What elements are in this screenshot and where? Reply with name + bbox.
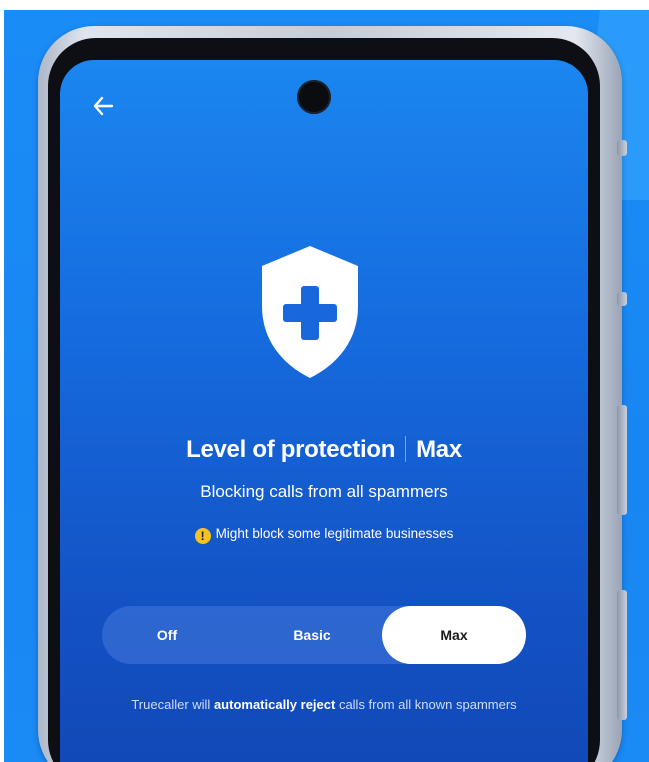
phone-side-button [617,292,627,306]
phone-side-button [617,140,627,156]
warning-message: ! Might block some legitimate businesses [60,526,588,544]
footer-text-bold: automatically reject [213,697,336,712]
segment-basic[interactable]: Basic [262,606,362,664]
protection-level-label: Level of protection [186,436,396,463]
phone-volume-button [617,405,627,515]
phone-power-button [617,590,627,720]
segment-off[interactable]: Off [122,606,212,664]
title-divider [405,436,407,462]
front-camera [297,80,331,114]
segment-max[interactable]: Max [382,606,526,664]
protection-level-title: Level of protection Max [60,436,588,464]
footer-description: Truecaller will automatically reject cal… [100,696,548,714]
back-button[interactable] [92,94,120,122]
arrow-left-icon [93,96,114,116]
protection-level-selector: Off Basic Max [102,606,526,664]
footer-text-part2: calls from all known spammers [335,697,517,712]
footer-text-part1: Truecaller will [131,697,214,712]
protection-level-value: Max [416,436,462,463]
protection-description: Blocking calls from all spammers [200,482,448,501]
phone-screen: Level of protection Max Blocking calls fr… [60,60,588,762]
warning-text: Might block some legitimate businesses [215,526,454,541]
shield-plus-icon [262,246,358,378]
exclamation-circle-icon: ! [194,528,211,544]
